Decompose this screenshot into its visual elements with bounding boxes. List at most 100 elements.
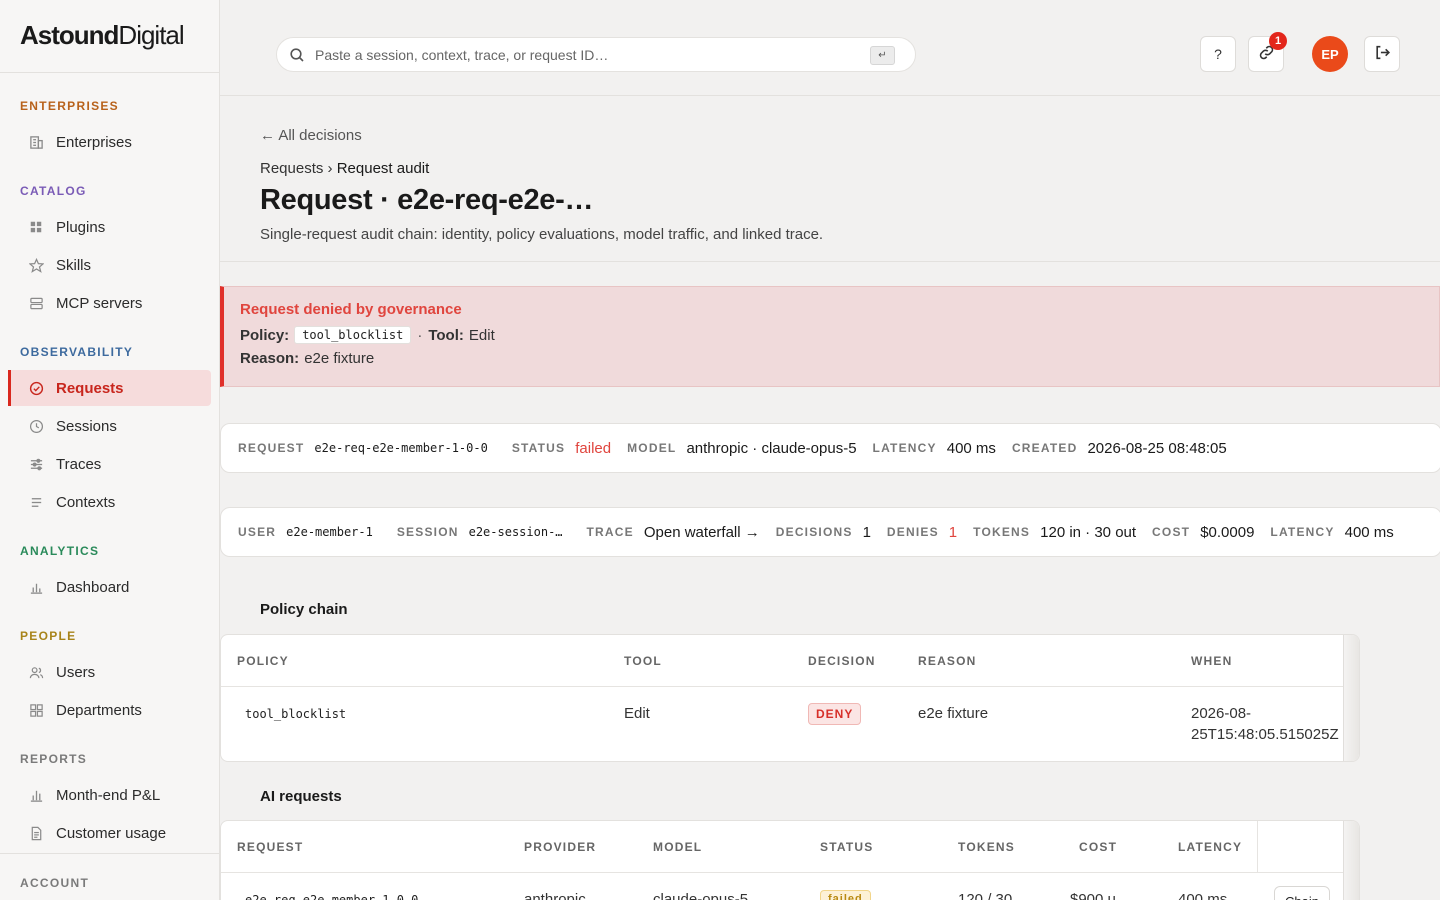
sidebar-item-label: Month-end P&L	[56, 786, 161, 804]
reason-value: e2e fixture	[304, 350, 375, 367]
section-label-enterprises: ENTERPRISES	[20, 99, 119, 113]
stat-key: TOKENS	[973, 525, 1031, 539]
latency-cell: 400 ms	[1178, 891, 1228, 900]
sidebar-item-label: Requests	[56, 379, 124, 397]
sidebar-item-label: Contexts	[56, 493, 116, 511]
sidebar-item-traces[interactable]: Traces	[8, 446, 211, 482]
sidebar-item-month-end-pl[interactable]: Month-end P&L	[8, 777, 211, 813]
logout-button[interactable]	[1364, 36, 1400, 72]
breadcrumb: Requests › Request audit	[260, 160, 429, 177]
sliders-icon	[28, 456, 44, 472]
stat-key: DECISIONS	[775, 525, 853, 539]
breadcrumb-parent[interactable]: Requests	[260, 160, 323, 177]
policy-chain-title: Policy chain	[260, 601, 348, 618]
ai-requests-title: AI requests	[260, 788, 342, 805]
search-input[interactable]	[315, 46, 855, 63]
search-icon	[289, 47, 305, 63]
request-cell[interactable]: e2e-req-e2e-member-1-0-0	[245, 893, 418, 900]
sidebar-item-label: Customer usage	[56, 824, 167, 842]
section-label-reports: REPORTS	[20, 752, 88, 766]
sidebar-item-plugins[interactable]: Plugins	[8, 209, 211, 245]
session-value[interactable]: e2e-session-…	[469, 525, 563, 539]
sidebar-item-label: Traces	[56, 455, 102, 473]
back-link[interactable]: ← All decisions	[260, 127, 362, 144]
section-label-observability: OBSERVABILITY	[20, 345, 134, 359]
bar-chart-icon	[28, 579, 44, 595]
sidebar-item-skills[interactable]: Skills	[8, 247, 211, 283]
sidebar-item-label: Sessions	[56, 417, 117, 435]
brand-logo[interactable]: AstoundDigital	[0, 0, 219, 73]
sidebar-item-requests[interactable]: Requests	[8, 370, 211, 406]
horizontal-scroll-edge[interactable]	[1343, 635, 1359, 761]
deny-badge: DENY	[808, 703, 862, 725]
policy-chain-table: POLICY TOOL DECISION REASON WHEN tool_bl…	[220, 634, 1360, 762]
sidebar-item-departments[interactable]: Departments	[8, 692, 211, 728]
tool-cell: Edit	[624, 705, 650, 722]
stat-key: LATENCY	[872, 441, 937, 455]
chain-button[interactable]: Chain	[1274, 886, 1330, 900]
stat-key: LATENCY	[1270, 525, 1335, 539]
sidebar-item-mcp-servers[interactable]: MCP servers	[8, 285, 211, 321]
deny-alert: Request denied by governance Policy: too…	[220, 286, 1440, 387]
policy-value: tool_blocklist	[294, 326, 412, 344]
brand-logo-bold: Astound	[20, 20, 119, 50]
alert-reason-line: Reason: e2e fixture	[240, 350, 1423, 367]
help-button[interactable]: ?	[1200, 36, 1236, 72]
column-header: DECISION	[808, 654, 876, 668]
ai-requests-table: REQUEST PROVIDER MODEL STATUS TOKENS COS…	[220, 820, 1360, 900]
stat-key: REQUEST	[238, 441, 305, 455]
reason-label: Reason:	[240, 350, 300, 367]
links-button[interactable]: 1	[1248, 32, 1287, 72]
avatar[interactable]: EP	[1312, 36, 1348, 72]
user-value[interactable]: e2e-member-1	[286, 525, 373, 539]
column-header: TOKENS	[958, 840, 1015, 854]
latency-value: 400 ms	[1344, 523, 1394, 541]
horizontal-scroll-edge[interactable]	[1343, 821, 1359, 900]
decisions-value: 1	[862, 523, 871, 541]
star-icon	[28, 257, 44, 273]
provider-cell: anthropic	[524, 891, 586, 900]
status-value: failed	[575, 439, 612, 457]
row-divider	[221, 686, 1345, 687]
search-bar[interactable]: ↵	[276, 37, 916, 72]
sidebar-item-contexts[interactable]: Contexts	[8, 484, 211, 520]
departments-icon	[28, 702, 44, 718]
bar-chart-icon	[28, 787, 44, 803]
enter-key-hint: ↵	[870, 46, 895, 65]
stat-key: CREATED	[1011, 441, 1078, 455]
sidebar-item-label: Users	[56, 663, 96, 681]
stat-key: DENIES	[886, 525, 939, 539]
reason-cell: e2e fixture	[918, 705, 989, 722]
alert-title: Request denied by governance	[240, 301, 462, 318]
cost-cell: $900 µ	[1070, 891, 1117, 900]
sidebar-item-users[interactable]: Users	[8, 654, 211, 690]
section-label-catalog: CATALOG	[20, 184, 87, 198]
column-header: PROVIDER	[524, 840, 597, 854]
sidebar-item-customer-usage[interactable]: Customer usage	[8, 815, 211, 851]
clock-icon	[28, 418, 44, 434]
server-icon	[28, 295, 44, 311]
users-icon	[28, 664, 44, 680]
created-value: 2026-08-25 08:48:05	[1087, 439, 1227, 457]
page-header: ← All decisions Requests › Request audit…	[220, 96, 1440, 262]
tool-value: Edit	[468, 326, 495, 344]
sidebar-item-sessions[interactable]: Sessions	[8, 408, 211, 444]
request-summary-card: REQUEST e2e-req-e2e-member-1-0-0 STATUS fa…	[220, 423, 1440, 473]
policy-label: Policy:	[240, 326, 290, 344]
section-label-analytics: ANALYTICS	[20, 544, 100, 558]
column-header: WHEN	[1191, 654, 1233, 668]
tokens-value: 120 in · 30 out	[1040, 523, 1137, 541]
open-waterfall-link[interactable]: Open waterfall →	[644, 524, 760, 541]
logout-icon	[1374, 44, 1391, 64]
context-summary-card: USER e2e-member-1 SESSION e2e-session-… TR…	[220, 507, 1440, 557]
brand-logo-light: Digital	[118, 20, 184, 50]
sidebar-item-dashboard[interactable]: Dashboard	[8, 569, 211, 605]
stat-key: MODEL	[627, 441, 677, 455]
sidebar-item-enterprises[interactable]: Enterprises	[8, 124, 211, 160]
section-label-account: ACCOUNT	[20, 876, 90, 890]
latency-value: 400 ms	[946, 439, 996, 457]
stat-key: STATUS	[511, 441, 566, 455]
building-icon	[28, 134, 44, 150]
cost-value: $0.0009	[1200, 523, 1255, 541]
help-icon: ?	[1214, 46, 1222, 62]
